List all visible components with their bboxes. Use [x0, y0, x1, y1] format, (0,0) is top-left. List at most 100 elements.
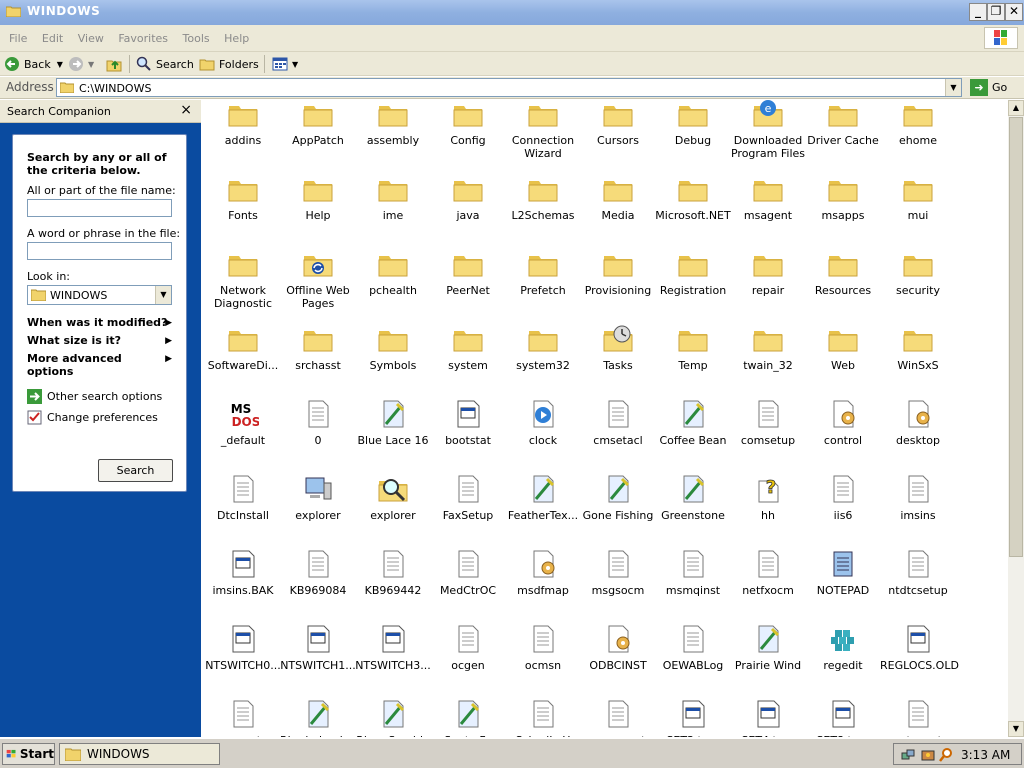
file-item[interactable]: Cursors	[580, 100, 656, 147]
file-item[interactable]: River Sumida	[355, 698, 431, 737]
phrase-input[interactable]	[27, 242, 172, 260]
other-search-options-link[interactable]: Other search options	[27, 389, 162, 404]
close-pane-icon[interactable]: ×	[180, 102, 192, 118]
file-item[interactable]: SET4.tmp	[730, 698, 806, 737]
menu-favorites[interactable]: Favorites	[118, 25, 168, 52]
file-item[interactable]: Prefetch	[505, 248, 581, 297]
file-item[interactable]: Gone Fishing	[580, 473, 656, 522]
file-item[interactable]: PeerNet	[430, 248, 506, 297]
file-item[interactable]: desktop	[880, 398, 956, 447]
file-item[interactable]: Offline Web Pages	[280, 248, 356, 310]
file-item[interactable]: KB969084	[280, 548, 356, 597]
menu-view[interactable]: View	[78, 25, 104, 52]
network-icon[interactable]	[900, 747, 916, 763]
file-item[interactable]: Debug	[655, 100, 731, 147]
start-button[interactable]: Start	[2, 743, 55, 765]
file-item[interactable]: pchealth	[355, 248, 431, 297]
file-name-input[interactable]	[27, 199, 172, 217]
file-item[interactable]: Rhododendron	[280, 698, 361, 737]
file-item[interactable]: KB969442	[355, 548, 431, 597]
search-submit-button[interactable]: Search	[98, 459, 173, 482]
file-item[interactable]: AppPatch	[280, 100, 356, 147]
search-button[interactable]: Search	[136, 55, 194, 73]
file-item[interactable]: addins	[205, 100, 281, 147]
scroll-thumb[interactable]	[1009, 117, 1023, 557]
file-item[interactable]: security	[880, 248, 956, 297]
back-dropdown-icon[interactable]: ▼	[57, 60, 63, 69]
views-dropdown-icon[interactable]: ▼	[292, 60, 298, 69]
file-item[interactable]: netfxocm	[730, 548, 806, 597]
menu-help[interactable]: Help	[224, 25, 249, 52]
go-button[interactable]: ➜ Go	[970, 79, 1007, 96]
file-item[interactable]: sessmgr.setup	[580, 698, 659, 737]
file-item[interactable]: msdfmap	[505, 548, 581, 597]
address-dropdown-icon[interactable]: ▼	[945, 79, 961, 96]
file-item[interactable]: java	[430, 173, 506, 222]
size-expander[interactable]: What size is it? ▶	[27, 334, 172, 347]
file-item[interactable]: system32	[505, 323, 581, 372]
file-item[interactable]: Registration	[655, 248, 731, 297]
file-item[interactable]: Network Diagnostic	[205, 248, 281, 310]
file-item[interactable]: imsins	[880, 473, 956, 522]
restore-button[interactable]: ❐	[987, 3, 1005, 21]
forward-button[interactable]: ▼	[68, 55, 94, 73]
file-item[interactable]: Web	[805, 323, 881, 372]
views-button[interactable]: ▼	[272, 55, 298, 73]
file-item[interactable]: imsins.BAK	[205, 548, 281, 597]
folders-button[interactable]: Folders	[199, 55, 259, 73]
file-item[interactable]: control	[805, 398, 881, 447]
file-item[interactable]: FeatherTex...	[505, 473, 581, 522]
address-input[interactable]: C:\WINDOWS ▼	[56, 78, 962, 97]
file-item[interactable]: Provisioning	[580, 248, 656, 297]
file-item[interactable]: OEWABLog	[655, 623, 731, 672]
file-item[interactable]: Microsoft.NET	[655, 173, 731, 222]
file-item[interactable]: ? hh	[730, 473, 806, 522]
file-item[interactable]: msapps	[805, 173, 881, 222]
file-item[interactable]: REGLOCS.OLD	[880, 623, 959, 672]
file-item[interactable]: ocmsn	[505, 623, 581, 672]
file-item[interactable]: Fonts	[205, 173, 281, 222]
file-item[interactable]: explorer	[280, 473, 356, 522]
advanced-expander[interactable]: More advanced options ▶	[27, 352, 172, 378]
menu-file[interactable]: File	[9, 25, 27, 52]
taskbar-window-button[interactable]: WINDOWS	[59, 743, 220, 765]
file-item[interactable]: regopt	[205, 698, 281, 737]
file-item[interactable]: iis6	[805, 473, 881, 522]
modified-expander[interactable]: When was it modified? ▶	[27, 316, 172, 329]
file-item[interactable]: Blue Lace 16	[355, 398, 431, 447]
file-item[interactable]: msmqinst	[655, 548, 731, 597]
file-item[interactable]: mui	[880, 173, 956, 222]
file-item[interactable]: Temp	[655, 323, 731, 372]
file-item[interactable]: srchasst	[280, 323, 356, 372]
file-item[interactable]: Coffee Bean	[655, 398, 731, 447]
menu-edit[interactable]: Edit	[42, 25, 63, 52]
file-item[interactable]: Driver Cache	[805, 100, 881, 147]
up-folder-button[interactable]	[106, 55, 126, 73]
file-item[interactable]: FaxSetup	[430, 473, 506, 522]
file-item[interactable]: Resources	[805, 248, 881, 297]
file-item[interactable]: Tasks	[580, 323, 656, 372]
file-item[interactable]: SET8.tmp	[805, 698, 881, 737]
file-item[interactable]: system	[430, 323, 506, 372]
search-tray-icon[interactable]	[938, 747, 954, 763]
file-item[interactable]: Santa Fe	[430, 698, 506, 737]
look-in-select[interactable]: WINDOWS ▼	[27, 285, 172, 305]
file-item[interactable]: msgsocm	[580, 548, 656, 597]
back-button[interactable]: Back ▼	[4, 55, 63, 73]
file-item[interactable]: repair	[730, 248, 806, 297]
file-item[interactable]: comsetup	[730, 398, 806, 447]
file-item[interactable]: NOTEPAD	[805, 548, 881, 597]
file-item[interactable]: cmsetacl	[580, 398, 656, 447]
file-item[interactable]: Connection Wizard	[505, 100, 581, 160]
file-item[interactable]: ocgen	[430, 623, 506, 672]
file-item[interactable]: L2Schemas	[505, 173, 581, 222]
file-item[interactable]: Prairie Wind	[730, 623, 806, 672]
change-preferences-link[interactable]: Change preferences	[27, 410, 158, 425]
file-item[interactable]: NTSWITCH1...	[280, 623, 356, 672]
file-item[interactable]: NTSWITCH3...	[355, 623, 431, 672]
file-item[interactable]: setupact	[880, 698, 956, 737]
file-item[interactable]: SchedLgU	[505, 698, 581, 737]
file-item[interactable]: explorer	[355, 473, 431, 522]
file-item[interactable]: clock	[505, 398, 581, 447]
file-item[interactable]: NTSWITCH0...	[205, 623, 281, 672]
